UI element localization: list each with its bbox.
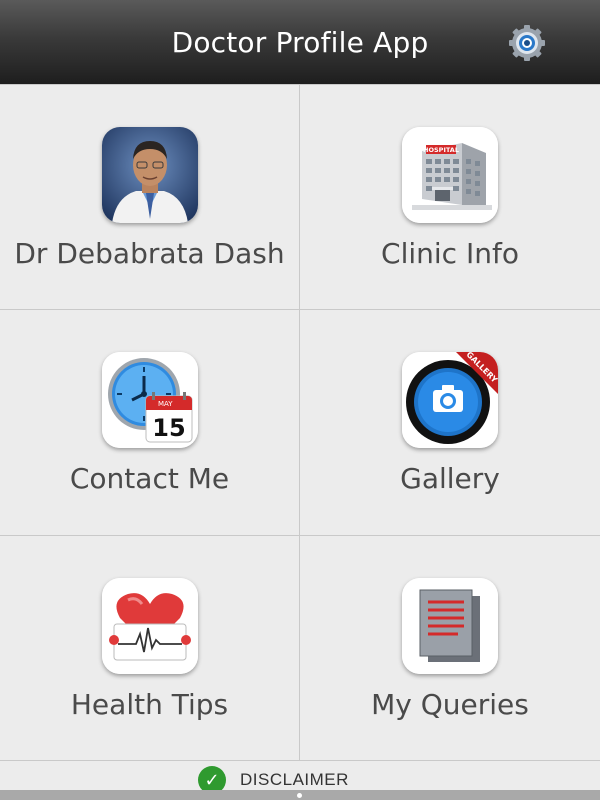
tile-gallery[interactable]: GALLERY Gallery — [300, 310, 600, 536]
title-bar: Doctor Profile App — [0, 0, 600, 84]
svg-text:MAY: MAY — [158, 400, 173, 408]
svg-text:HOSPITAL: HOSPITAL — [423, 146, 459, 154]
gear-icon — [509, 25, 545, 61]
settings-button[interactable] — [508, 24, 546, 62]
page-indicator-dot — [297, 793, 302, 798]
tile-my-queries[interactable]: My Queries — [300, 536, 600, 761]
disclaimer-label: DISCLAIMER — [240, 770, 349, 789]
documents-icon — [402, 578, 498, 674]
footer-bar: ✓ DISCLAIMER — [0, 760, 600, 800]
hospital-icon: HOSPITAL — [402, 127, 498, 223]
tile-label: Gallery — [400, 462, 500, 495]
clock-calendar-icon: MAY 15 — [102, 352, 198, 448]
tile-doctor-profile[interactable]: Dr Debabrata Dash — [0, 85, 300, 310]
tile-contact-me[interactable]: MAY 15 Contact Me — [0, 310, 300, 536]
tile-clinic-info[interactable]: HOSPITAL Clinic Info — [300, 85, 600, 310]
tile-label: Clinic Info — [381, 237, 519, 270]
bottom-indicator-bar — [0, 790, 600, 800]
tile-label: My Queries — [371, 688, 529, 721]
app-title: Doctor Profile App — [171, 25, 429, 59]
heart-ecg-icon — [102, 578, 198, 674]
tile-label: Health Tips — [70, 688, 229, 721]
doctor-photo-icon — [102, 127, 198, 223]
tile-label: Dr Debabrata Dash — [14, 237, 285, 270]
tile-health-tips[interactable]: Health Tips — [0, 536, 300, 761]
menu-grid: Dr Debabrata Dash HOSPITAL Clinic Info M… — [0, 84, 600, 761]
camera-gallery-icon: GALLERY — [402, 352, 498, 448]
svg-text:15: 15 — [152, 414, 185, 442]
tile-label: Contact Me — [69, 462, 230, 495]
